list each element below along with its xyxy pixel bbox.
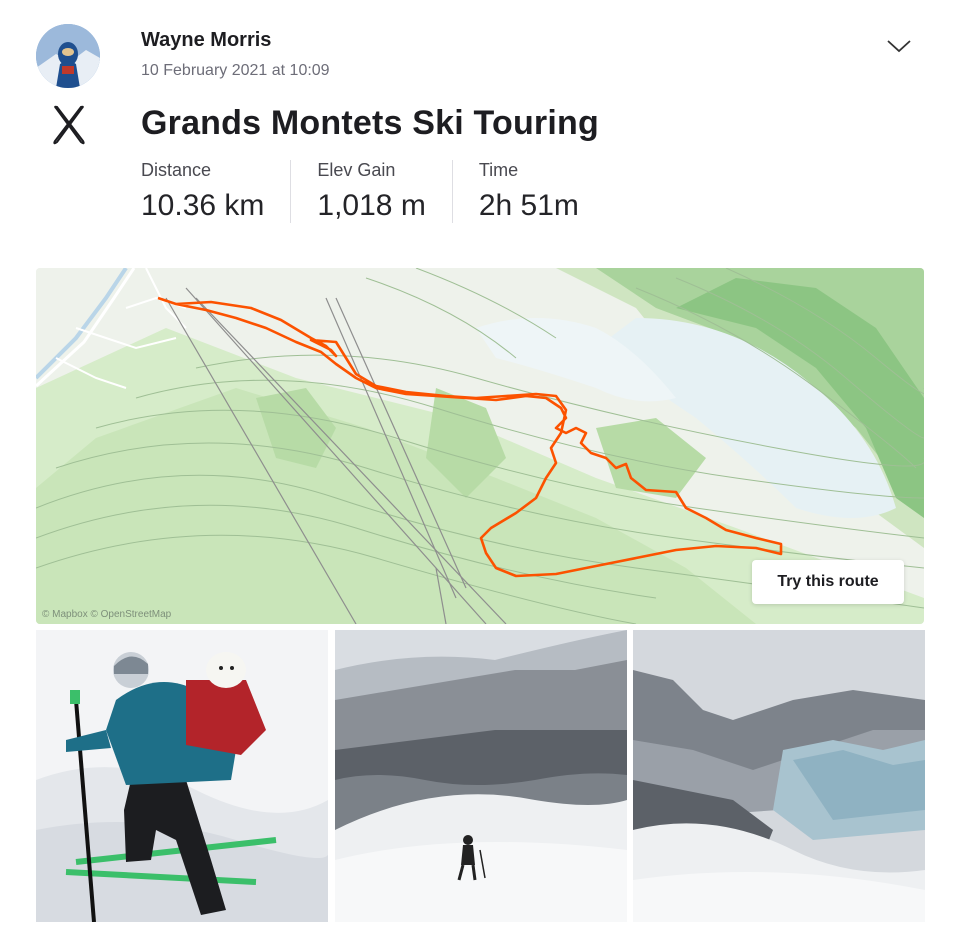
photo-glacier-valley-skier[interactable] [335,630,627,922]
activity-timestamp: 10 February 2021 at 10:09 [141,62,330,79]
stat-label: Elev Gain [317,160,396,180]
stat-label: Distance [141,160,212,180]
stat-time: Time 2h 51m [479,160,605,223]
ski-icon [50,104,88,146]
stat-elev-gain: Elev Gain 1,018 m [317,160,453,223]
photo-skier-with-dog[interactable] [36,630,328,922]
try-route-button[interactable]: Try this route [752,560,904,604]
stat-distance: Distance 10.36 km [141,160,292,223]
activity-stats: Distance 10.36 km Elev Gain 1,018 m Time… [141,160,631,223]
athlete-name[interactable]: Wayne Morris [141,29,271,52]
stat-value: 1,018 m [317,189,426,222]
chevron-down-icon[interactable] [884,36,914,56]
photo-icefall[interactable] [633,630,925,922]
stat-label: Time [478,160,519,180]
map-credit: © Mapbox © OpenStreetMap [42,609,172,620]
activity-title[interactable]: Grands Montets Ski Touring [141,104,599,143]
avatar[interactable] [36,24,100,88]
stat-value: 10.36 km [141,189,265,222]
stat-value: 2h 51m [478,189,579,222]
